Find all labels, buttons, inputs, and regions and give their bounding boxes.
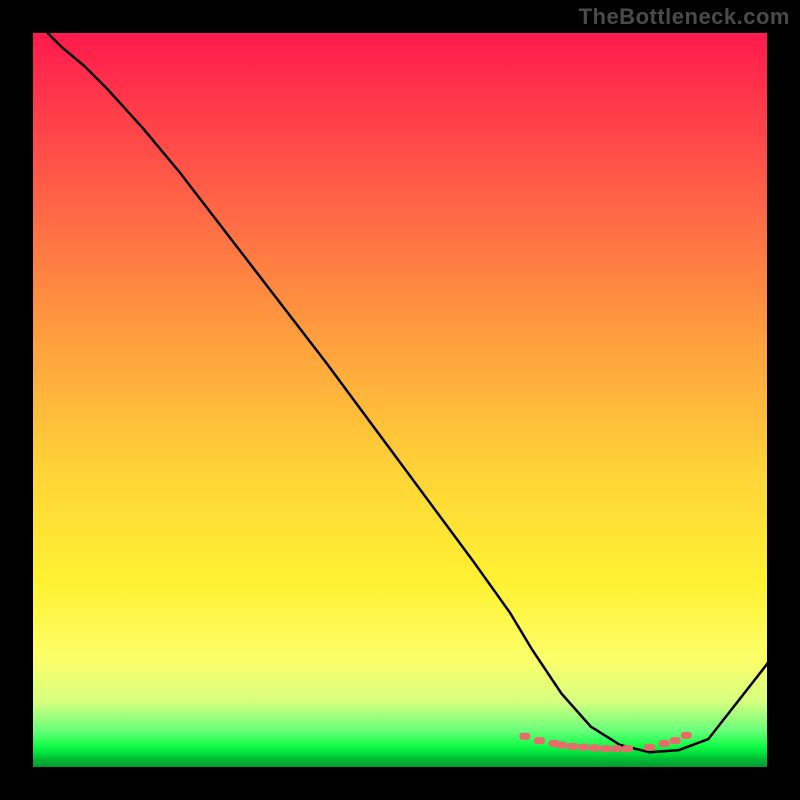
bottom-marker xyxy=(600,745,611,752)
bottom-marker xyxy=(622,745,633,752)
bottom-marker xyxy=(659,740,670,747)
main-curve xyxy=(48,33,789,752)
bottom-marker xyxy=(556,742,567,749)
bottom-marker xyxy=(567,743,578,750)
bottom-marker xyxy=(670,737,681,744)
watermark-text: TheBottleneck.com xyxy=(579,4,790,30)
bottom-marker xyxy=(611,745,622,752)
bottom-marker xyxy=(681,732,692,739)
plot-area xyxy=(33,33,767,767)
bottom-marker xyxy=(589,744,600,751)
chart-svg xyxy=(33,33,767,767)
bottom-marker xyxy=(519,733,530,740)
bottom-marker xyxy=(578,744,589,751)
chart-frame: TheBottleneck.com xyxy=(0,0,800,800)
bottom-marker xyxy=(534,737,545,744)
bottom-marker xyxy=(644,744,655,751)
